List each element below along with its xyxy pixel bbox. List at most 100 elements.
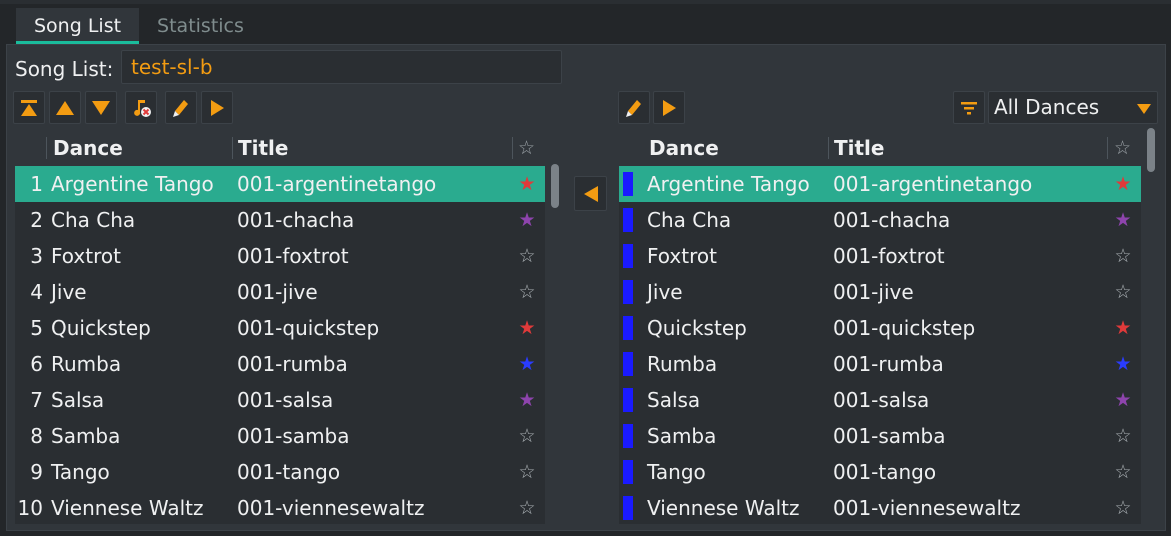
title-cell: 001-samba xyxy=(237,424,350,448)
title-cell: 001-salsa xyxy=(237,388,334,412)
tab-song-list[interactable]: Song List xyxy=(16,8,140,44)
table-row[interactable]: 8 Samba 001-samba ☆ xyxy=(15,418,545,454)
column-title[interactable]: Title xyxy=(238,130,288,166)
rating-star-icon[interactable]: ☆ xyxy=(517,274,537,310)
row-number: 2 xyxy=(30,208,43,232)
column-rating[interactable]: ☆ xyxy=(1114,130,1131,166)
rating-star-icon[interactable]: ★ xyxy=(1113,202,1133,238)
play-button-right[interactable] xyxy=(653,91,685,124)
filter-button[interactable] xyxy=(953,91,985,124)
tab-statistics[interactable]: Statistics xyxy=(139,8,262,44)
edit-button-right[interactable] xyxy=(618,91,650,124)
table-row[interactable]: Quickstep 001-quickstep ★ xyxy=(619,310,1141,346)
dance-cell: Cha Cha xyxy=(51,208,136,232)
row-number: 8 xyxy=(30,424,43,448)
rating-star-icon[interactable]: ★ xyxy=(1113,346,1133,382)
move-up-icon xyxy=(56,100,74,115)
table-row[interactable]: Jive 001-jive ☆ xyxy=(619,274,1141,310)
rating-star-icon[interactable]: ★ xyxy=(517,382,537,418)
move-to-top-button[interactable] xyxy=(13,91,45,124)
table-row[interactable]: 10 Viennese Waltz 001-viennesewaltz ☆ xyxy=(15,490,545,524)
dance-cell: Foxtrot xyxy=(51,244,121,268)
header-divider xyxy=(1107,137,1108,159)
rating-star-icon[interactable]: ☆ xyxy=(1113,454,1133,490)
dance-color-marker xyxy=(623,388,633,412)
table-row[interactable]: 7 Salsa 001-salsa ★ xyxy=(15,382,545,418)
row-number: 5 xyxy=(30,316,43,340)
dance-cell: Quickstep xyxy=(647,316,747,340)
column-title[interactable]: Title xyxy=(834,130,884,166)
table-header: Dance Title ☆ xyxy=(619,130,1141,166)
table-header: Dance Title ☆ xyxy=(15,130,545,166)
table-row[interactable]: Tango 001-tango ☆ xyxy=(619,454,1141,490)
table-row[interactable]: Cha Cha 001-chacha ★ xyxy=(619,202,1141,238)
rating-star-icon[interactable]: ☆ xyxy=(1113,490,1133,524)
title-cell: 001-argentinetango xyxy=(833,172,1033,196)
title-cell: 001-foxtrot xyxy=(833,244,945,268)
header-divider xyxy=(46,137,47,159)
table-row[interactable]: 9 Tango 001-tango ☆ xyxy=(15,454,545,490)
song-list-name-field[interactable]: test-sl-b xyxy=(121,50,562,84)
row-number: 10 xyxy=(17,496,43,520)
table-row[interactable]: 2 Cha Cha 001-chacha ★ xyxy=(15,202,545,238)
table-row[interactable]: 4 Jive 001-jive ☆ xyxy=(15,274,545,310)
title-cell: 001-viennesewaltz xyxy=(237,496,425,520)
header-divider xyxy=(512,137,513,159)
rating-star-icon[interactable]: ☆ xyxy=(517,238,537,274)
rating-star-icon[interactable]: ★ xyxy=(517,310,537,346)
dance-filter-select[interactable]: All Dances xyxy=(988,91,1158,124)
move-to-top-icon xyxy=(21,99,37,116)
table-row[interactable]: Viennese Waltz 001-viennesewaltz ☆ xyxy=(619,490,1141,524)
dance-color-marker xyxy=(623,424,633,448)
dance-color-marker xyxy=(623,316,633,340)
rating-star-icon[interactable]: ★ xyxy=(1113,382,1133,418)
dance-cell: Argentine Tango xyxy=(51,172,214,196)
rating-star-icon[interactable]: ☆ xyxy=(517,454,537,490)
dance-cell: Samba xyxy=(647,424,717,448)
rating-star-icon[interactable]: ★ xyxy=(517,346,537,382)
table-row[interactable]: Argentine Tango 001-argentinetango ★ xyxy=(619,166,1141,202)
title-cell: 001-quickstep xyxy=(237,316,380,340)
table-row[interactable]: 3 Foxtrot 001-foxtrot ☆ xyxy=(15,238,545,274)
dance-cell: Viennese Waltz xyxy=(51,496,204,520)
right-scrollbar-handle[interactable] xyxy=(1147,128,1155,172)
move-down-button[interactable] xyxy=(85,91,117,124)
rating-star-icon[interactable]: ★ xyxy=(1113,166,1133,202)
chevron-down-icon xyxy=(1137,104,1151,114)
column-dance[interactable]: Dance xyxy=(649,130,719,166)
play-button[interactable] xyxy=(201,91,233,124)
rating-star-icon[interactable]: ☆ xyxy=(517,490,537,524)
rating-star-icon[interactable]: ☆ xyxy=(1113,274,1133,310)
table-row[interactable]: Samba 001-samba ☆ xyxy=(619,418,1141,454)
table-row[interactable]: Salsa 001-salsa ★ xyxy=(619,382,1141,418)
rating-star-icon[interactable]: ☆ xyxy=(1113,238,1133,274)
title-cell: 001-tango xyxy=(237,460,341,484)
rating-star-icon[interactable]: ★ xyxy=(517,166,537,202)
dance-cell: Jive xyxy=(51,280,87,304)
table-row[interactable]: 5 Quickstep 001-quickstep ★ xyxy=(15,310,545,346)
dance-cell: Samba xyxy=(51,424,121,448)
title-cell: 001-salsa xyxy=(833,388,930,412)
dance-cell: Quickstep xyxy=(51,316,151,340)
dance-cell: Argentine Tango xyxy=(647,172,810,196)
table-row[interactable]: Foxtrot 001-foxtrot ☆ xyxy=(619,238,1141,274)
rating-star-icon[interactable]: ☆ xyxy=(517,418,537,454)
add-to-list-button[interactable] xyxy=(574,176,607,211)
dance-color-marker xyxy=(623,352,633,376)
rating-star-icon[interactable]: ★ xyxy=(1113,310,1133,346)
rating-star-icon[interactable]: ★ xyxy=(517,202,537,238)
title-cell: 001-rumba xyxy=(237,352,348,376)
dance-cell: Salsa xyxy=(647,388,701,412)
table-row[interactable]: 6 Rumba 001-rumba ★ xyxy=(15,346,545,382)
song-list-label: Song List: xyxy=(15,57,114,81)
edit-button[interactable] xyxy=(165,91,197,124)
rating-star-icon[interactable]: ☆ xyxy=(1113,418,1133,454)
column-dance[interactable]: Dance xyxy=(53,130,123,166)
table-row[interactable]: 1 Argentine Tango 001-argentinetango ★ xyxy=(15,166,545,202)
move-up-button[interactable] xyxy=(49,91,81,124)
remove-song-button[interactable] xyxy=(125,91,157,124)
column-rating[interactable]: ☆ xyxy=(518,130,535,166)
table-row[interactable]: Rumba 001-rumba ★ xyxy=(619,346,1141,382)
left-scrollbar-handle[interactable] xyxy=(551,164,559,208)
row-number: 6 xyxy=(30,352,43,376)
